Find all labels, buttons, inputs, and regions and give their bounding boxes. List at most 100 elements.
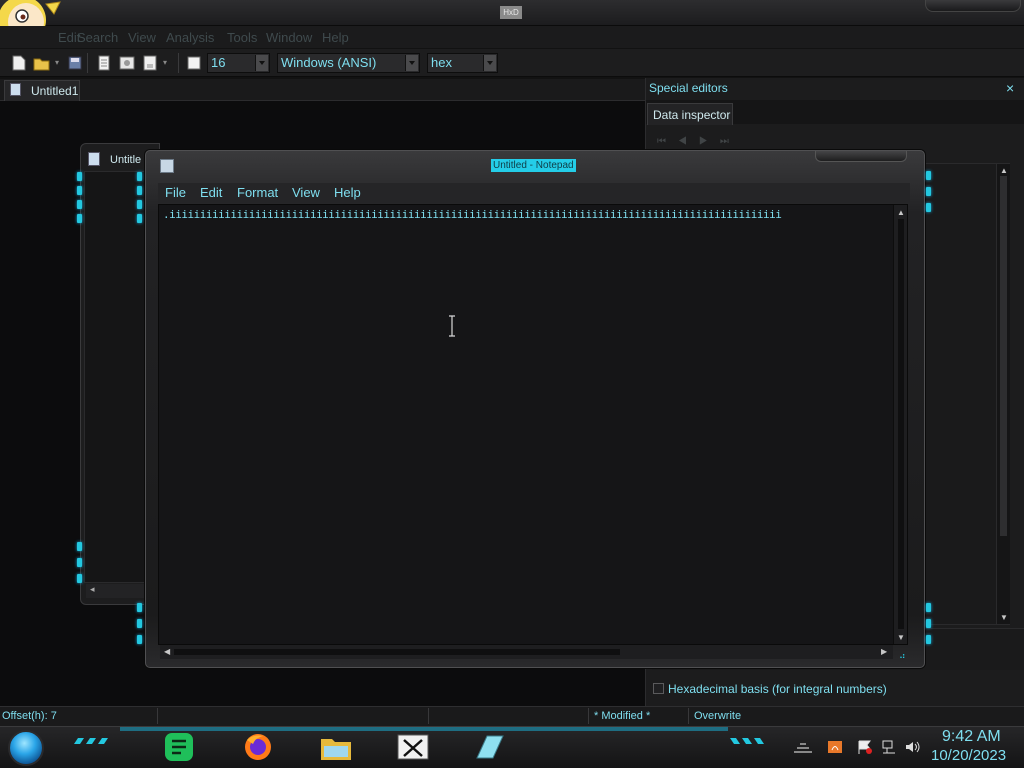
notepad-horizontal-scrollbar[interactable]: ◀ ▶ [160, 645, 893, 659]
status-bar [0, 706, 1024, 726]
frame-notch [926, 619, 931, 628]
chevron-down-icon[interactable] [483, 55, 496, 71]
clock-time[interactable]: 9:42 AM [942, 728, 1001, 746]
menu-view[interactable]: View [292, 185, 320, 200]
charset-value: Windows (ANSI) [281, 55, 377, 70]
status-divider [157, 708, 158, 724]
frame-notch [137, 200, 142, 209]
scrollbar-thumb[interactable] [174, 649, 620, 655]
background-window-hscroll[interactable]: ◂ [86, 584, 146, 598]
menu-analysis[interactable]: Analysis [166, 30, 214, 45]
save-icon[interactable] [68, 55, 82, 71]
hxd-app-icon[interactable] [396, 732, 430, 762]
firefox-icon[interactable] [241, 732, 275, 762]
frame-notch [137, 214, 142, 223]
ram-editor-icon[interactable] [119, 55, 136, 71]
chevron-down-icon[interactable] [405, 55, 418, 71]
action-center-flag-icon[interactable] [857, 740, 873, 754]
status-divider [428, 708, 429, 724]
frame-notch [137, 635, 142, 644]
notepad-app-icon[interactable] [473, 732, 507, 762]
status-modified: * Modified * [594, 710, 651, 722]
resize-grip-icon[interactable]: ⣠ [899, 648, 906, 659]
disk-editor-icon[interactable] [143, 55, 157, 71]
volume-icon[interactable] [905, 740, 921, 754]
close-icon[interactable]: × [1006, 80, 1014, 96]
frame-notch [77, 214, 82, 223]
bytes-per-row-value: 16 [211, 55, 226, 70]
menu-edit[interactable]: Edit [200, 185, 222, 200]
scroll-down-icon[interactable]: ▼ [1000, 613, 1008, 623]
menu-view[interactable]: View [128, 30, 156, 45]
scroll-left-icon[interactable]: ◂ [90, 584, 95, 595]
background-window-content[interactable] [84, 171, 146, 583]
java-update-icon[interactable] [827, 740, 843, 754]
notepad-title: Untitled - Notepad [491, 159, 576, 172]
file-explorer-icon[interactable] [319, 732, 353, 762]
scrollbar-thumb[interactable] [1000, 176, 1007, 536]
background-window-title: Untitle [110, 154, 142, 166]
notepad-text-area[interactable] [158, 204, 908, 645]
frame-notch [77, 186, 82, 195]
open-folder-icon[interactable] [33, 55, 51, 71]
columns-icon [187, 56, 201, 70]
offset-base-select[interactable]: hex [427, 53, 498, 73]
charset-select[interactable]: Windows (ANSI) [277, 53, 420, 73]
hex-file-icon [88, 152, 100, 166]
frame-notch [77, 574, 82, 583]
scroll-up-icon[interactable]: ▲ [1000, 166, 1008, 176]
window-caption-buttons[interactable] [815, 151, 907, 162]
clock-date[interactable]: 10/20/2023 [931, 747, 1006, 764]
status-mode: Overwrite [694, 710, 742, 722]
inspector-scrollbar[interactable]: ▲ ▼ [996, 164, 1010, 624]
scroll-down-icon[interactable]: ▼ [897, 633, 905, 643]
menu-search[interactable]: Search [77, 30, 118, 45]
frame-notch [926, 203, 931, 212]
notes-app-icon[interactable] [162, 732, 196, 762]
frame-notch [137, 603, 142, 612]
scrollbar-thumb[interactable] [898, 219, 904, 629]
toolbar-separator [178, 53, 179, 73]
disk-dropdown-icon[interactable]: ▾ [163, 58, 167, 67]
status-divider [688, 708, 689, 724]
network-icon[interactable] [881, 740, 897, 754]
tab-label: Data inspector [653, 108, 731, 122]
notepad-vertical-scrollbar[interactable]: ▲ ▼ [893, 205, 907, 644]
menu-file[interactable]: File [165, 185, 186, 200]
bytes-per-row-select[interactable]: 16 [207, 53, 270, 73]
frame-notch [926, 171, 931, 180]
chevron-down-icon[interactable] [255, 55, 268, 71]
menu-help[interactable]: Help [334, 185, 361, 200]
scroll-right-icon[interactable]: ▶ [881, 647, 887, 657]
menu-format[interactable]: Format [237, 185, 278, 200]
scroll-left-icon[interactable]: ◀ [164, 647, 170, 657]
frame-notch [137, 619, 142, 628]
frame-notch [926, 603, 931, 612]
text-cursor-icon [449, 315, 455, 337]
frame-notch [926, 635, 931, 644]
scroll-up-icon[interactable]: ▲ [897, 208, 905, 218]
hxd-window-title: HxD [500, 6, 522, 19]
inspector-navigation-icons[interactable]: ⏮◀▶⏭ [657, 136, 741, 147]
tab-data-inspector[interactable]: Data inspector [647, 103, 733, 125]
start-button[interactable] [8, 730, 44, 766]
file-properties-icon[interactable] [97, 55, 111, 71]
hex-basis-checkbox[interactable] [653, 683, 664, 694]
new-file-icon[interactable] [12, 55, 26, 71]
frame-notch [77, 542, 82, 551]
window-caption-buttons[interactable] [925, 0, 1021, 12]
status-offset: Offset(h): 7 [2, 710, 57, 722]
menu-help[interactable]: Help [322, 30, 349, 45]
notepad-content: .iiiiiiiiiiiiiiiiiiiiiiiiiiiiiiiiiiiiiii… [163, 208, 782, 221]
menu-window[interactable]: Window [266, 30, 312, 45]
open-dropdown-icon[interactable]: ▾ [55, 58, 59, 67]
status-divider [588, 708, 589, 724]
hex-basis-label: Hexadecimal basis (for integral numbers) [668, 682, 887, 696]
show-hidden-icons-icon[interactable] [792, 740, 814, 754]
offset-base-value: hex [431, 55, 452, 70]
tab-label: Untitled1 [31, 84, 79, 98]
hex-file-icon [10, 83, 21, 96]
special-editors-title: Special editors [649, 81, 728, 95]
frame-notch [77, 172, 82, 181]
menu-tools[interactable]: Tools [227, 30, 257, 45]
